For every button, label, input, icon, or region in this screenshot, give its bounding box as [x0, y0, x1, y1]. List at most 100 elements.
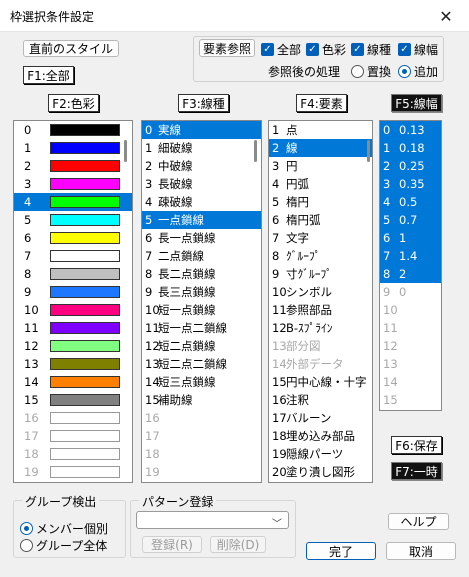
linetype-row[interactable]: 13 短二点二鎖線: [142, 355, 261, 373]
linetype-row[interactable]: 9 長三点鎖線: [142, 283, 261, 301]
element-row[interactable]: 15 円中心線・十字: [269, 373, 372, 391]
f6-save-button[interactable]: F6:保存: [391, 436, 442, 454]
group-detect-option-0[interactable]: メンバー個別: [20, 520, 108, 537]
linetype-row[interactable]: 12 短二点鎖線: [142, 337, 261, 355]
help-button[interactable]: ヘルプ: [388, 513, 449, 530]
linetype-row[interactable]: 8 長二点鎖線: [142, 265, 261, 283]
element-list[interactable]: 1 点 2 線 3 円 4 円弧 5 楕円 6 楕円弧 7 文字 8 ｸﾞﾙｰﾌﾟ 9 寸ｸﾞﾙｰﾌﾟ 10 シンボル…: [268, 120, 373, 483]
linetype-list[interactable]: 0 実線 1 細破線 2 中破線 3 長破線 4 疎破線 5 一点鎖線 6 長一点鎖線 7 二点鎖線 8 長二点鎖…: [141, 120, 262, 483]
color-row[interactable]: 12: [14, 337, 132, 355]
after-ref-option-1[interactable]: 追加: [398, 63, 438, 80]
linetype-row[interactable]: 11 短一点二鎖線: [142, 319, 261, 337]
radio-icon[interactable]: [398, 65, 411, 78]
element-row[interactable]: 18 埋め込み部品: [269, 427, 372, 445]
color-row[interactable]: 1: [14, 139, 132, 157]
checkbox-icon[interactable]: ✓: [261, 43, 274, 56]
linewidth-row[interactable]: 13: [380, 355, 441, 373]
ref-check-2[interactable]: ✓ 線種: [351, 41, 391, 58]
linetype-row[interactable]: 18: [142, 445, 261, 463]
element-row[interactable]: 13 部分図: [269, 337, 372, 355]
color-row[interactable]: 14: [14, 373, 132, 391]
linetype-row[interactable]: 2 中破線: [142, 157, 261, 175]
element-ref-button[interactable]: 要素参照: [199, 39, 255, 57]
checkbox-icon[interactable]: ✓: [398, 43, 411, 56]
element-row[interactable]: 7 文字: [269, 229, 372, 247]
color-row[interactable]: 7: [14, 247, 132, 265]
element-list-scrollbar[interactable]: [367, 140, 370, 162]
checkbox-icon[interactable]: ✓: [306, 43, 319, 56]
color-row[interactable]: 9: [14, 283, 132, 301]
ok-button[interactable]: 完了: [306, 542, 376, 560]
linetype-row[interactable]: 3 長破線: [142, 175, 261, 193]
f5-linewidth-button[interactable]: F5:線幅: [391, 94, 442, 112]
linewidth-row[interactable]: 11: [380, 319, 441, 337]
linewidth-row[interactable]: 90: [380, 283, 441, 301]
radio-icon[interactable]: [20, 539, 33, 552]
linetype-row[interactable]: 5 一点鎖線: [142, 211, 261, 229]
linewidth-row[interactable]: 82: [380, 265, 441, 283]
linewidth-row[interactable]: 10: [380, 301, 441, 319]
element-row[interactable]: 2線: [269, 139, 372, 157]
ref-check-1[interactable]: ✓ 色彩: [306, 41, 346, 58]
element-row[interactable]: 16 注釈: [269, 391, 372, 409]
linetype-row[interactable]: 7 二点鎖線: [142, 247, 261, 265]
element-row[interactable]: 17 バルーン: [269, 409, 372, 427]
element-row[interactable]: 14 外部データ: [269, 355, 372, 373]
element-row[interactable]: 5 楕円: [269, 193, 372, 211]
delete-button[interactable]: 削除(D): [210, 536, 266, 553]
element-row[interactable]: 12 B-ｽﾌﾟﾗｲﾝ: [269, 319, 372, 337]
element-row[interactable]: 4 円弧: [269, 175, 372, 193]
element-row[interactable]: 11 参照部品: [269, 301, 372, 319]
linewidth-row[interactable]: 0 0.13: [380, 121, 441, 139]
element-row[interactable]: 8 ｸﾞﾙｰﾌﾟ: [269, 247, 372, 265]
linetype-row[interactable]: 17: [142, 427, 261, 445]
f3-linetype-button[interactable]: F3:線種: [178, 94, 229, 112]
ref-check-3[interactable]: ✓ 線幅: [398, 41, 438, 58]
color-row[interactable]: 19: [14, 463, 132, 481]
f2-color-button[interactable]: F2:色彩: [48, 94, 99, 112]
linewidth-row[interactable]: 12: [380, 337, 441, 355]
element-row[interactable]: 20 塗り潰し図形: [269, 463, 372, 481]
pattern-combo[interactable]: ﹀: [136, 511, 289, 530]
color-row[interactable]: 11: [14, 319, 132, 337]
element-row[interactable]: 1点: [269, 121, 372, 139]
linetype-row[interactable]: 10 短一点鎖線: [142, 301, 261, 319]
color-row[interactable]: 16: [14, 409, 132, 427]
register-button[interactable]: 登録(R): [142, 536, 202, 553]
chevron-down-icon[interactable]: ﹀: [272, 515, 282, 530]
linewidth-list[interactable]: 0 0.13 1 0.18 2 0.25 3 0.35 4 0.5 5 0.7 6 1 7 1.4 8 2 9 0 10…: [379, 120, 442, 411]
element-row[interactable]: 10 シンボル: [269, 283, 372, 301]
color-list[interactable]: 0 1 2 3 4 5 6 7 8 9 10 11 12 13 14 15 16 17 18 19: [13, 120, 133, 483]
color-row[interactable]: 5: [14, 211, 132, 229]
color-row[interactable]: 17: [14, 427, 132, 445]
linewidth-row[interactable]: 1 0.18: [380, 139, 441, 157]
linetype-row[interactable]: 4 疎破線: [142, 193, 261, 211]
color-row[interactable]: 15: [14, 391, 132, 409]
linetype-row[interactable]: 16: [142, 409, 261, 427]
linetype-list-scrollbar[interactable]: [254, 140, 257, 162]
color-list-scrollbar[interactable]: [124, 140, 127, 162]
color-row[interactable]: 6: [14, 229, 132, 247]
linetype-row[interactable]: 0 実線: [142, 121, 261, 139]
color-row[interactable]: 4: [14, 193, 132, 211]
linewidth-row[interactable]: 5 0.7: [380, 211, 441, 229]
linetype-row[interactable]: 1 細破線: [142, 139, 261, 157]
linewidth-row[interactable]: 3 0.35: [380, 175, 441, 193]
color-row[interactable]: 2: [14, 157, 132, 175]
radio-icon[interactable]: [351, 65, 364, 78]
linewidth-row[interactable]: 14: [380, 373, 441, 391]
linewidth-row[interactable]: 2 0.25: [380, 157, 441, 175]
element-row[interactable]: 9 寸ｸﾞﾙｰﾌﾟ: [269, 265, 372, 283]
linewidth-row[interactable]: 61: [380, 229, 441, 247]
color-row[interactable]: 13: [14, 355, 132, 373]
linetype-row[interactable]: 15 補助線: [142, 391, 261, 409]
ref-check-0[interactable]: ✓ 全部: [261, 41, 301, 58]
color-row[interactable]: 18: [14, 445, 132, 463]
linewidth-row[interactable]: 15: [380, 391, 441, 409]
element-row[interactable]: 3円: [269, 157, 372, 175]
color-row[interactable]: 0: [14, 121, 132, 139]
element-row[interactable]: 19 隠線パーツ: [269, 445, 372, 463]
f7-temp-button[interactable]: F7:一時: [391, 462, 442, 480]
group-detect-option-1[interactable]: グループ全体: [20, 537, 107, 554]
f1-all-button[interactable]: F1:全部: [23, 66, 74, 84]
